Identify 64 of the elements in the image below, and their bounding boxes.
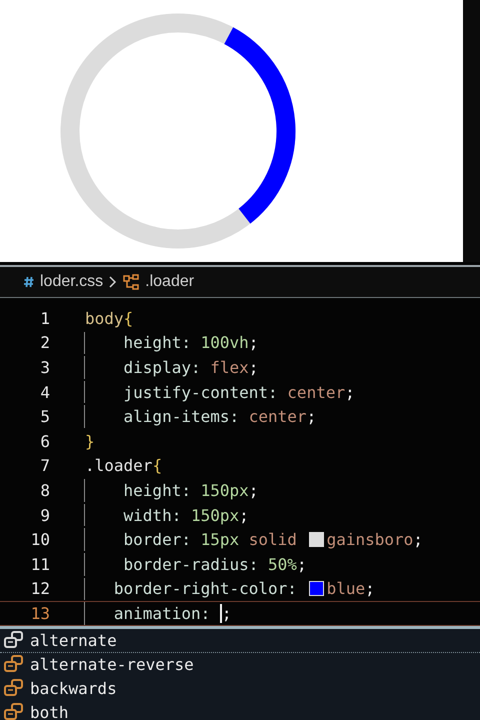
code-token: display: xyxy=(122,358,202,377)
color-swatch[interactable] xyxy=(308,581,324,596)
enum-icon xyxy=(4,679,24,698)
suggestion-item[interactable]: both xyxy=(0,700,480,720)
breadcrumb-file[interactable]: loder.css xyxy=(40,273,104,291)
line-number: 5 xyxy=(39,407,50,426)
code-token: ; xyxy=(365,579,375,598)
suggestion-item[interactable]: backwards xyxy=(0,676,480,701)
line-number: 6 xyxy=(39,432,50,451)
code-token: border-right-color: xyxy=(112,579,298,598)
line-number: 2 xyxy=(39,333,50,352)
css-file-icon xyxy=(24,276,34,288)
color-swatch[interactable] xyxy=(308,532,324,548)
code-token: ; xyxy=(306,407,316,426)
line-number: 7 xyxy=(39,456,50,476)
code-token: { xyxy=(152,456,162,476)
code-token: justify-content: xyxy=(122,382,279,402)
chevron-icon xyxy=(109,276,118,288)
code-token: flex xyxy=(210,358,249,377)
suggestion-item[interactable]: alternate-reverse xyxy=(0,652,480,677)
line-number: 1 xyxy=(39,308,50,328)
code-token: ; xyxy=(345,382,355,402)
code-token: ; xyxy=(222,604,232,623)
suggestion-item[interactable]: alternate xyxy=(0,628,480,653)
code-token: center xyxy=(248,407,307,426)
enum-icon xyxy=(4,655,24,674)
code-token: blue xyxy=(326,579,366,598)
code-token: ; xyxy=(239,506,249,525)
line-number: 11 xyxy=(30,554,50,574)
text-cursor xyxy=(220,604,222,623)
code-token: ; xyxy=(248,480,258,500)
code-token: 100vh xyxy=(200,333,249,352)
code-token: center xyxy=(287,382,346,402)
line-number: 10 xyxy=(30,530,50,550)
line-number: 3 xyxy=(39,358,50,377)
code-token: ; xyxy=(248,333,258,352)
breadcrumb-symbol[interactable]: .loader xyxy=(145,273,194,291)
code-token: animation: xyxy=(112,604,212,623)
line-number: 9 xyxy=(39,506,50,525)
code-token: align-items: xyxy=(122,407,240,426)
code-token: border: xyxy=(122,530,192,550)
code-token: ; xyxy=(248,358,258,377)
code-token: } xyxy=(85,432,95,451)
enum-icon xyxy=(4,631,24,650)
code-token: gainsboro xyxy=(326,530,414,550)
code-token: { xyxy=(124,308,134,328)
code-token: height: xyxy=(122,480,192,500)
code-token: body xyxy=(85,308,124,328)
code-token: 150px xyxy=(200,480,249,500)
code-token: 15px xyxy=(200,530,240,550)
code-token: solid xyxy=(248,530,298,550)
class-symbol-icon xyxy=(123,274,140,290)
code-token: width: xyxy=(122,506,182,525)
code-token: .loader xyxy=(85,456,152,476)
code-token: 150px xyxy=(190,506,240,525)
code-token: 50% xyxy=(268,554,297,574)
code-token: height: xyxy=(122,333,192,352)
line-number: 8 xyxy=(39,480,50,500)
line-number: 12 xyxy=(30,579,50,598)
code-token: ; xyxy=(413,530,423,550)
line-number: 13 xyxy=(30,604,50,623)
code-token: ; xyxy=(296,554,307,574)
line-number: 4 xyxy=(39,382,50,402)
code-token: border-radius: xyxy=(122,554,260,574)
